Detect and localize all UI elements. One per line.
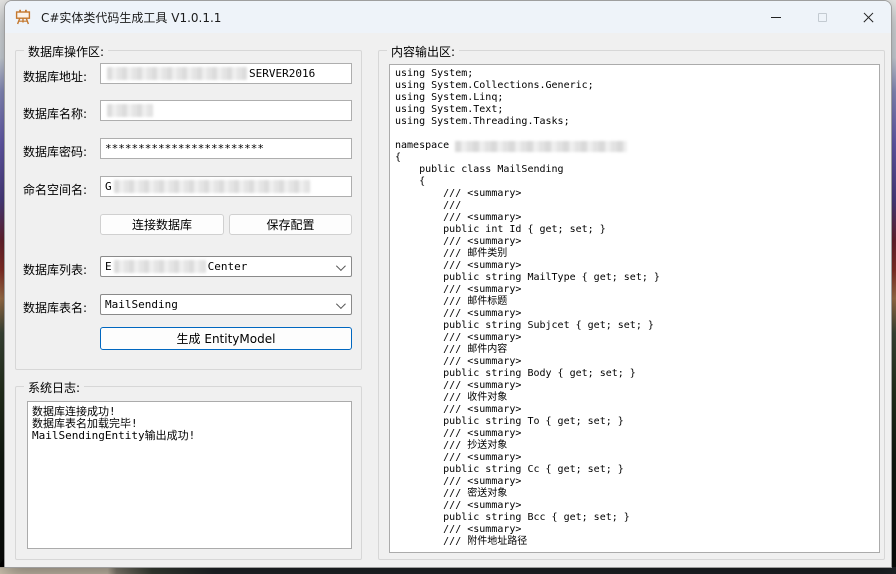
code-line: /// <summary> — [395, 188, 874, 200]
code-line: using System; — [395, 68, 874, 80]
code-line: /// <summary> — [395, 284, 874, 296]
content-output-groupbox: 内容输出区: using System;using System.Collect… — [378, 50, 885, 560]
maximize-button[interactable] — [799, 1, 845, 33]
redacted-text — [114, 180, 310, 193]
code-line: public string Subjcet { get; set; } — [395, 320, 874, 332]
content-output-title: 内容输出区: — [387, 43, 459, 60]
code-line: /// 收件对象 — [395, 392, 874, 404]
code-line: /// <summary> — [395, 476, 874, 488]
code-line: /// <summary> — [395, 524, 874, 536]
connect-db-label: 连接数据库 — [132, 216, 192, 233]
maximize-icon — [818, 13, 827, 22]
code-line: /// 密送对象 — [395, 488, 874, 500]
redacted-namespace — [455, 141, 627, 152]
code-line: /// <summary> — [395, 452, 874, 464]
chevron-down-icon — [336, 261, 346, 271]
code-line: /// <summary> — [395, 356, 874, 368]
code-line: /// 附件地址路径 — [395, 536, 874, 548]
code-line: /// <summary> — [395, 236, 874, 248]
close-icon — [863, 12, 874, 23]
system-log-title: 系统日志: — [24, 379, 84, 396]
db-operations-title: 数据库操作区: — [24, 43, 108, 60]
log-line: MailSendingEntity输出成功! — [32, 430, 347, 442]
code-line: /// <summary> — [395, 500, 874, 512]
save-config-button[interactable]: 保存配置 — [229, 214, 352, 235]
redacted-text — [107, 104, 153, 117]
table-name-label: 数据库表名: — [23, 299, 87, 316]
code-line: /// <summary> — [395, 308, 874, 320]
db-password-label: 数据库密码: — [23, 143, 87, 160]
code-line: /// <summary> — [395, 212, 874, 224]
db-list-suffix: Center — [208, 260, 248, 273]
connect-db-button[interactable]: 连接数据库 — [100, 214, 224, 235]
db-list-dropdown[interactable]: E Center — [100, 256, 352, 277]
namespace-prefix: G — [105, 180, 112, 193]
db-name-label: 数据库名称: — [23, 105, 87, 122]
code-line: /// <summary> — [395, 428, 874, 440]
code-line: /// <summary> — [395, 332, 874, 344]
easel-icon — [15, 9, 31, 25]
redacted-text — [107, 67, 247, 80]
code-line: /// 邮件标题 — [395, 296, 874, 308]
code-line: /// <summary> — [395, 260, 874, 272]
code-line: /// — [395, 200, 874, 212]
db-password-input[interactable]: ************************ — [100, 138, 352, 159]
code-line: /// 抄送对象 — [395, 440, 874, 452]
generate-entitymodel-button[interactable]: 生成 EntityModel — [100, 327, 352, 350]
db-name-input[interactable] — [100, 100, 352, 121]
db-address-value: SERVER2016 — [249, 67, 315, 80]
save-config-label: 保存配置 — [266, 216, 314, 233]
table-name-value: MailSending — [105, 298, 178, 311]
code-line: public string To { get; set; } — [395, 416, 874, 428]
code-lines: using System;using System.Collections.Ge… — [395, 68, 874, 548]
namespace-label: 命名空间名: — [23, 181, 87, 198]
desktop: C#实体类代码生成工具 V1.0.1.1 数据库操作区: 数据库地址: SERV… — [0, 0, 896, 574]
chevron-down-icon — [336, 299, 346, 309]
code-line: using System.Collections.Generic; — [395, 80, 874, 92]
code-line: { — [395, 152, 874, 164]
code-output-textbox[interactable]: using System;using System.Collections.Ge… — [389, 64, 880, 553]
window-title: C#实体类代码生成工具 V1.0.1.1 — [41, 9, 221, 26]
table-name-dropdown[interactable]: MailSending — [100, 294, 352, 315]
db-address-input[interactable]: SERVER2016 — [100, 63, 352, 84]
code-line: /// 邮件类别 — [395, 248, 874, 260]
code-line: public string Body { get; set; } — [395, 368, 874, 380]
db-address-label: 数据库地址: — [23, 68, 87, 85]
db-list-prefix: E — [105, 260, 112, 273]
caption-buttons — [753, 1, 891, 33]
app-window: C#实体类代码生成工具 V1.0.1.1 数据库操作区: 数据库地址: SERV… — [4, 0, 892, 568]
minimize-button[interactable] — [753, 1, 799, 33]
code-line: public int Id { get; set; } — [395, 224, 874, 236]
code-line — [395, 128, 874, 140]
code-line: public class MailSending — [395, 164, 874, 176]
db-operations-groupbox: 数据库操作区: — [15, 50, 362, 370]
close-button[interactable] — [845, 1, 891, 33]
code-line: public string Cc { get; set; } — [395, 464, 874, 476]
code-line: /// <summary> — [395, 380, 874, 392]
system-log-groupbox: 系统日志: 数据库连接成功!数据库表名加载完毕!MailSendingEntit… — [15, 386, 362, 560]
redacted-text — [114, 260, 206, 273]
db-list-label: 数据库列表: — [23, 261, 87, 278]
titlebar: C#实体类代码生成工具 V1.0.1.1 — [5, 1, 891, 33]
code-line: { — [395, 176, 874, 188]
code-line: using System.Linq; — [395, 92, 874, 104]
code-line: public string MailType { get; set; } — [395, 272, 874, 284]
code-line: /// <summary> — [395, 404, 874, 416]
desktop-bottom-strip — [0, 567, 896, 574]
system-log-textbox[interactable]: 数据库连接成功!数据库表名加载完毕!MailSendingEntity输出成功! — [27, 401, 352, 549]
db-password-value: ************************ — [105, 142, 264, 155]
code-line: using System.Text; — [395, 104, 874, 116]
code-line: using System.Threading.Tasks; — [395, 116, 874, 128]
code-line: /// 邮件内容 — [395, 344, 874, 356]
minimize-icon — [771, 17, 781, 18]
namespace-input[interactable]: G — [100, 176, 352, 197]
code-line: public string Bcc { get; set; } — [395, 512, 874, 524]
generate-entitymodel-label: 生成 EntityModel — [177, 330, 276, 347]
